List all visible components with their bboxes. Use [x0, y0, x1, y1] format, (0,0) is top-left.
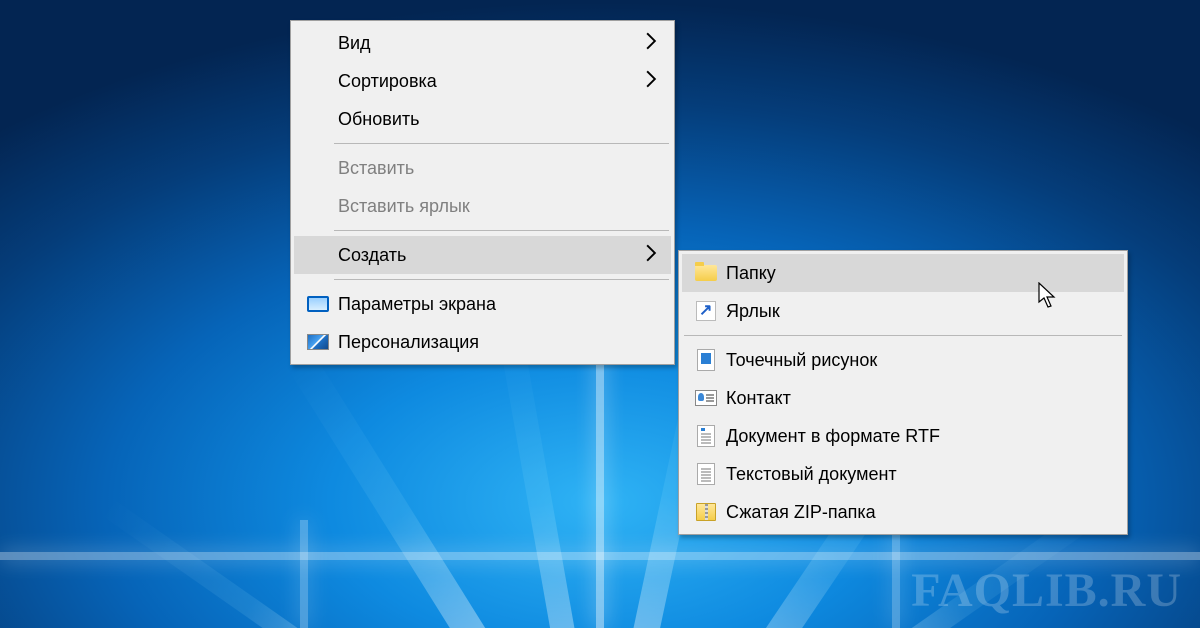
menu-item-label: Точечный рисунок — [726, 350, 1110, 371]
menu-item-label: Параметры экрана — [338, 294, 657, 315]
menu-item-paste: Вставить — [294, 149, 671, 187]
shortcut-icon — [692, 299, 720, 323]
submenu-item-contact[interactable]: Контакт — [682, 379, 1124, 417]
icon-none — [304, 69, 332, 93]
submenu-item-rtf[interactable]: Документ в формате RTF — [682, 417, 1124, 455]
menu-item-view[interactable]: Вид — [294, 24, 671, 62]
personalize-icon — [304, 330, 332, 354]
menu-item-display-settings[interactable]: Параметры экрана — [294, 285, 671, 323]
menu-separator — [684, 335, 1122, 336]
menu-item-new[interactable]: Создать — [294, 236, 671, 274]
icon-none — [304, 31, 332, 55]
icon-none — [304, 243, 332, 267]
bitmap-icon — [692, 348, 720, 372]
menu-item-sort[interactable]: Сортировка — [294, 62, 671, 100]
menu-item-label: Создать — [338, 245, 643, 266]
folder-icon — [692, 261, 720, 285]
menu-item-label: Текстовый документ — [726, 464, 1110, 485]
menu-item-label: Персонализация — [338, 332, 657, 353]
zip-icon — [692, 500, 720, 524]
wallpaper-beam — [596, 340, 604, 628]
menu-item-label: Папку — [726, 263, 1110, 284]
icon-none — [304, 107, 332, 131]
new-submenu: Папку Ярлык Точечный рисунок Контакт Док… — [678, 250, 1128, 535]
menu-item-label: Сортировка — [338, 71, 643, 92]
menu-item-label: Вид — [338, 33, 643, 54]
submenu-item-txt[interactable]: Текстовый документ — [682, 455, 1124, 493]
menu-item-label: Документ в формате RTF — [726, 426, 1110, 447]
menu-item-label: Вставить ярлык — [338, 196, 657, 217]
menu-separator — [334, 230, 669, 231]
watermark-text: FAQLIB.RU — [911, 563, 1182, 618]
menu-separator — [334, 143, 669, 144]
rtf-icon — [692, 424, 720, 448]
menu-item-label: Обновить — [338, 109, 657, 130]
menu-item-paste-shortcut: Вставить ярлык — [294, 187, 671, 225]
icon-none — [304, 194, 332, 218]
menu-separator — [334, 279, 669, 280]
desktop-wallpaper[interactable]: Вид Сортировка Обновить Вставить Вставит… — [0, 0, 1200, 628]
wallpaper-beam — [892, 520, 900, 628]
submenu-item-folder[interactable]: Папку — [682, 254, 1124, 292]
menu-item-personalize[interactable]: Персонализация — [294, 323, 671, 361]
desktop-context-menu: Вид Сортировка Обновить Вставить Вставит… — [290, 20, 675, 365]
menu-item-label: Сжатая ZIP-папка — [726, 502, 1110, 523]
chevron-right-icon — [643, 244, 657, 267]
contact-icon — [692, 386, 720, 410]
text-icon — [692, 462, 720, 486]
menu-item-label: Вставить — [338, 158, 657, 179]
display-icon — [304, 292, 332, 316]
menu-item-refresh[interactable]: Обновить — [294, 100, 671, 138]
wallpaper-beam — [300, 520, 308, 628]
chevron-right-icon — [643, 70, 657, 93]
menu-item-label: Ярлык — [726, 301, 1110, 322]
chevron-right-icon — [643, 32, 657, 55]
icon-none — [304, 156, 332, 180]
submenu-item-shortcut[interactable]: Ярлык — [682, 292, 1124, 330]
submenu-item-bitmap[interactable]: Точечный рисунок — [682, 341, 1124, 379]
submenu-item-zip[interactable]: Сжатая ZIP-папка — [682, 493, 1124, 531]
menu-item-label: Контакт — [726, 388, 1110, 409]
